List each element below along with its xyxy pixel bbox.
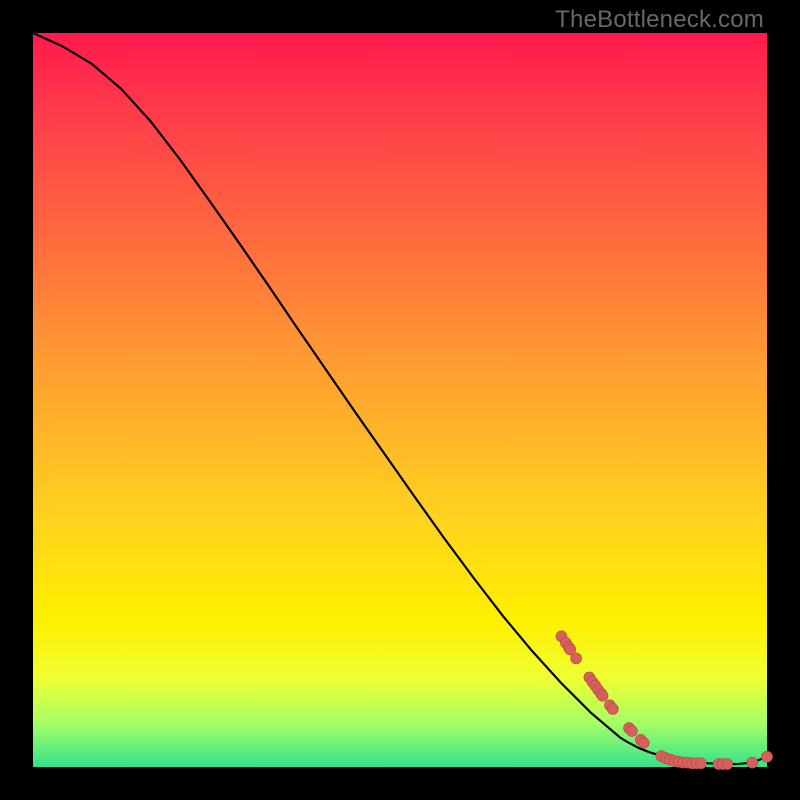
data-point (607, 704, 618, 715)
watermark-text: TheBottleneck.com (555, 6, 764, 34)
data-point (597, 690, 608, 701)
data-point (695, 758, 706, 769)
chart-overlay (33, 33, 767, 767)
chart-frame: TheBottleneck.com (0, 0, 800, 800)
data-point (722, 759, 733, 770)
data-point (762, 751, 773, 762)
data-point (638, 737, 649, 748)
data-point (747, 757, 758, 768)
curve-line (33, 33, 767, 764)
data-point (571, 653, 582, 664)
data-point (626, 726, 637, 737)
data-points (556, 631, 773, 770)
